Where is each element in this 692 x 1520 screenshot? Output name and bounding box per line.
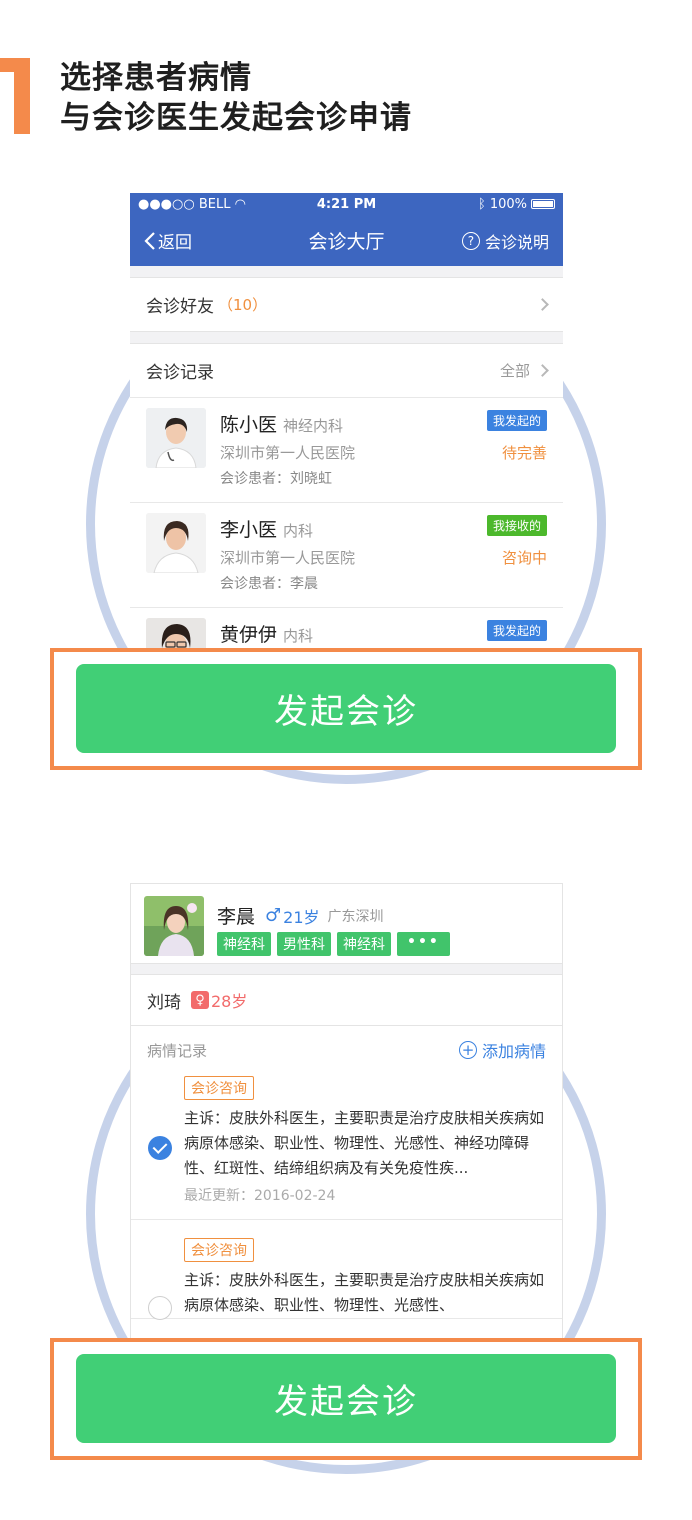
step-number-1 <box>0 58 34 134</box>
patient-tag: 神经科 <box>337 932 391 956</box>
patient-card[interactable]: 李晨 ♂ 21岁 广东深圳 神经科 男性科 神经科 ••• <box>131 884 562 964</box>
status-time: 4:21 PM <box>316 196 377 212</box>
consult-patient: 会诊患者：李晨 <box>220 576 318 592</box>
nav-bar: 返回 会诊大厅 ? 会诊说明 <box>130 215 563 266</box>
doctor-dept: 内科 <box>283 522 314 540</box>
highlight-frame-2: 发起会诊 <box>50 1338 642 1460</box>
doctor-avatar <box>146 408 206 468</box>
patient-age: 21岁 <box>283 907 320 927</box>
step-title-line1: 选择患者病情 <box>60 60 252 96</box>
family-member-row[interactable]: 刘琦 ♀ 28岁 <box>131 974 562 1026</box>
doctor-female-image <box>146 513 206 573</box>
status-badge: 我接收的 <box>486 515 547 536</box>
help-button[interactable]: ? 会诊说明 <box>461 229 549 253</box>
condition-item[interactable]: 会诊咨询 主诉：皮肤外科医生，主要职责是治疗皮肤相关疾病如病原体感染、职业性、物… <box>131 1074 562 1220</box>
condition-title: 病情记录 <box>147 1041 208 1060</box>
records-header: 会诊记录 全部 <box>130 343 563 398</box>
step-number-bar <box>14 58 30 134</box>
records-label: 会诊记录 <box>146 363 214 383</box>
checkbox-unchecked[interactable] <box>148 1296 172 1320</box>
doctor-avatar <box>146 618 206 648</box>
more-tags-button[interactable]: ••• <box>397 932 450 956</box>
doctor-hospital: 深圳市第一人民医院 <box>220 549 356 567</box>
record-status: 待完善 <box>501 444 547 462</box>
checkbox-checked[interactable] <box>148 1136 172 1160</box>
friends-count: （10） <box>218 296 268 314</box>
record-item[interactable]: 陈小医 神经内科 深圳市第一人民医院 会诊患者：刘晓虹 我发起的 待完善 <box>130 398 563 503</box>
status-badge: 我发起的 <box>486 620 547 641</box>
records-all-link[interactable]: 全部 <box>500 360 530 381</box>
record-status: 咨询中 <box>501 549 547 567</box>
condition-item[interactable]: 会诊咨询 主诉：皮肤外科医生，主要职责是治疗皮肤相关疾病如病原体感染、职业性、物… <box>131 1220 562 1320</box>
doctor-hospital: 深圳市第一人民医院 <box>220 444 356 462</box>
battery-icon <box>531 199 555 209</box>
phone-screen-select-condition: 李晨 ♂ 21岁 广东深圳 神经科 男性科 神经科 ••• 刘琦 ♀ 28岁 病… <box>130 883 563 1339</box>
female-icon: ♀ <box>191 991 209 1009</box>
add-condition-label: 添加病情 <box>481 1042 546 1061</box>
chevron-left-icon <box>144 231 155 250</box>
condition-header: 病情记录 + 添加病情 <box>131 1026 562 1074</box>
consult-friends-row[interactable]: 会诊好友 （10） <box>130 277 563 332</box>
start-consultation-button[interactable]: 发起会诊 <box>76 1354 616 1443</box>
patient-tag: 神经科 <box>217 932 271 956</box>
status-bar: ●●●○○ BELL ◠ 4:21 PM ᛒ 100% <box>130 193 563 215</box>
patient-tag: 男性科 <box>277 932 331 956</box>
help-label: 会诊说明 <box>484 232 549 252</box>
back-button[interactable]: 返回 <box>144 228 192 253</box>
record-item[interactable]: 李小医 内科 深圳市第一人民医院 会诊患者：李晨 我接收的 咨询中 <box>130 503 563 608</box>
patient-photo <box>144 896 204 956</box>
condition-tag: 会诊咨询 <box>184 1238 254 1262</box>
friends-label: 会诊好友 <box>146 297 214 317</box>
doctor-dept: 内科 <box>283 627 314 645</box>
step-title: 选择患者病情 与会诊医生发起会诊申请 <box>60 58 412 138</box>
doctor-name: 李小医 内科 <box>220 519 314 541</box>
chevron-right-icon <box>536 298 549 311</box>
add-condition-button[interactable]: + 添加病情 <box>458 1038 546 1062</box>
patient-location: 广东深圳 <box>327 908 384 925</box>
patient-name: 李晨 ♂ 21岁 广东深圳 <box>217 905 384 928</box>
condition-tag: 会诊咨询 <box>184 1076 254 1100</box>
doctor-name: 黄伊伊 内科 <box>220 624 314 646</box>
question-icon: ? <box>461 231 480 250</box>
member-age: 28岁 <box>211 992 248 1011</box>
step-title-line2: 与会诊医生发起会诊申请 <box>60 100 412 136</box>
condition-text: 主诉：皮肤外科医生，主要职责是治疗皮肤相关疾病如病原体感染、职业性、物理性、光感… <box>184 1109 545 1177</box>
member-name: 刘琦 <box>147 992 181 1013</box>
patient-tags: 神经科 男性科 神经科 ••• <box>217 932 450 956</box>
doctor-female-image <box>146 618 206 648</box>
doctor-dept: 神经内科 <box>283 417 344 435</box>
back-label: 返回 <box>158 233 192 253</box>
record-item[interactable]: 黄伊伊 内科 我发起的 <box>130 608 563 648</box>
chevron-right-icon <box>536 364 549 377</box>
plus-circle-icon: + <box>458 1041 477 1059</box>
highlight-frame-1: 发起会诊 <box>50 648 642 770</box>
start-consultation-button[interactable]: 发起会诊 <box>76 664 616 753</box>
consult-patient: 会诊患者：刘晓虹 <box>220 471 332 487</box>
doctor-female-image <box>146 408 206 468</box>
status-badge: 我发起的 <box>486 410 547 431</box>
doctor-avatar <box>146 513 206 573</box>
male-icon: ♂ <box>265 905 282 926</box>
patient-avatar <box>144 896 204 956</box>
condition-records: 病情记录 + 添加病情 会诊咨询 主诉：皮肤外科医生，主要职责是治疗皮肤相关疾病… <box>131 1026 562 1338</box>
phone-screen-consultation-hall: ●●●○○ BELL ◠ 4:21 PM ᛒ 100% 返回 会诊大厅 ? 会诊… <box>130 193 563 648</box>
doctor-name: 陈小医 神经内科 <box>220 414 344 436</box>
condition-updated: 最近更新：2016-02-24 <box>184 1188 336 1204</box>
condition-text: 主诉：皮肤外科医生，主要职责是治疗皮肤相关疾病如病原体感染、职业性、物理性、光感… <box>184 1271 545 1314</box>
